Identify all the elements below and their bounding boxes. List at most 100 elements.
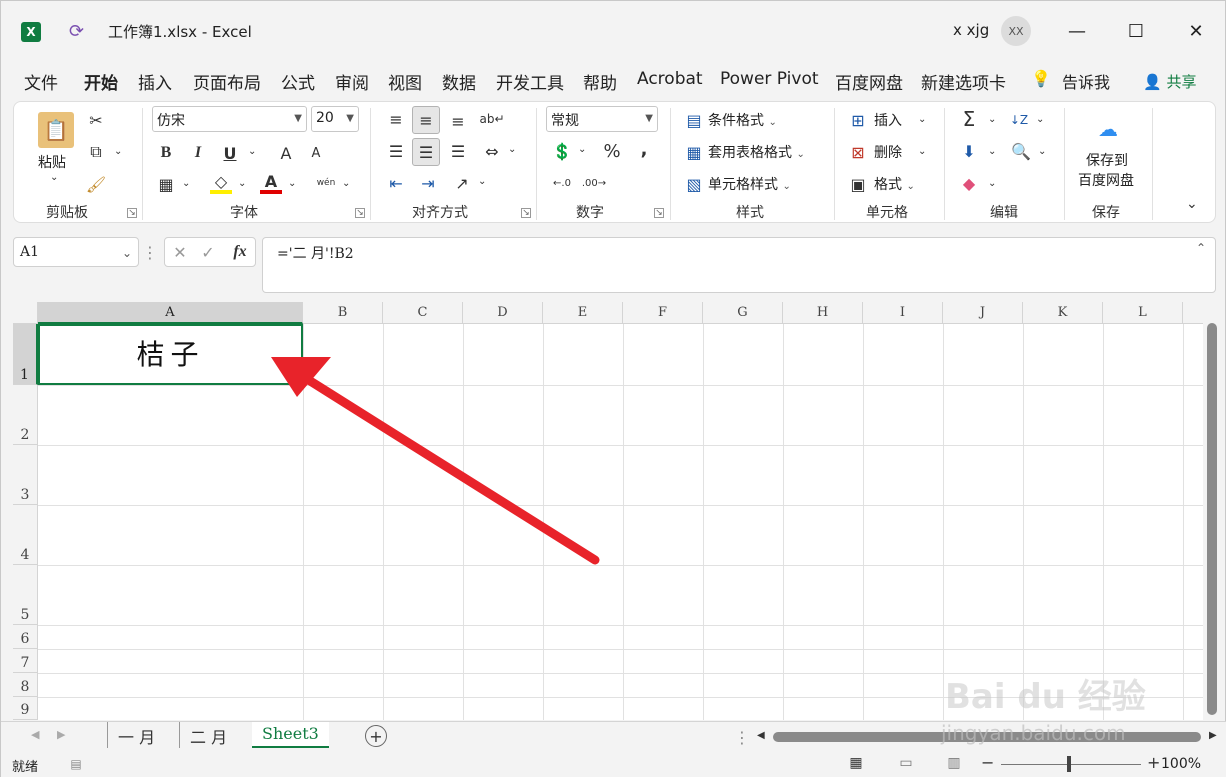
fill-color-dropdown-icon[interactable]: ⌄ <box>238 178 246 189</box>
tab-help[interactable]: 帮助 <box>583 69 617 94</box>
cell-styles-button[interactable]: 单元格样式 ⌄ <box>708 174 791 194</box>
column-header-h[interactable]: H <box>783 302 863 324</box>
sort-filter-icon[interactable]: ↓Z <box>1008 110 1030 130</box>
save-to-label-line1[interactable]: 保存到 <box>1086 150 1128 170</box>
column-header-l[interactable]: L <box>1103 302 1183 324</box>
paste-dropdown-icon[interactable]: ⌄ <box>50 172 58 183</box>
add-sheet-button[interactable]: + <box>365 725 387 747</box>
shrink-font-button[interactable]: A <box>306 142 326 164</box>
share-button[interactable]: 👤 共享 <box>1143 71 1196 92</box>
tell-me-search[interactable]: 告诉我 <box>1062 69 1110 93</box>
font-color-dropdown-icon[interactable]: ⌄ <box>288 178 296 189</box>
tab-baidu-netdisk[interactable]: 百度网盘 <box>835 69 903 94</box>
zoom-in-button[interactable]: + <box>1147 753 1160 772</box>
collapse-formula-bar-icon[interactable]: ⌃ <box>1196 241 1206 255</box>
select-all-corner[interactable] <box>13 302 38 324</box>
tab-data[interactable]: 数据 <box>442 69 476 94</box>
tab-home[interactable]: 开始 <box>84 69 118 94</box>
column-header-a[interactable]: A <box>38 302 303 324</box>
scroll-left-icon[interactable]: ◀ <box>757 730 765 741</box>
collapse-ribbon-icon[interactable]: ⌄ <box>1186 196 1198 212</box>
comma-button[interactable]: , <box>634 138 654 160</box>
copy-dropdown-icon[interactable]: ⌄ <box>114 146 122 157</box>
decrease-decimal-icon[interactable]: .00→ <box>582 172 606 194</box>
autosum-dropdown-icon[interactable]: ⌄ <box>988 114 996 125</box>
row-header-7[interactable]: 7 <box>13 649 38 673</box>
row-header-1[interactable]: 1 <box>13 324 38 385</box>
tab-review[interactable]: 审阅 <box>335 69 369 94</box>
clear-eraser-icon[interactable]: ◆ <box>958 172 980 194</box>
align-center-icon[interactable]: ☰ <box>412 138 440 166</box>
accessibility-icon[interactable]: ▤ <box>67 755 85 773</box>
row-header-5[interactable]: 5 <box>13 565 38 625</box>
merge-dropdown-icon[interactable]: ⌄ <box>508 144 516 155</box>
page-break-view-icon[interactable]: ▥ <box>945 754 963 772</box>
alignment-launcher-icon[interactable]: ↘ <box>521 208 531 218</box>
delete-cells-icon[interactable]: ⊠ <box>848 142 868 162</box>
column-header-i[interactable]: I <box>863 302 943 324</box>
next-sheet-icon[interactable]: ▶ <box>57 728 65 741</box>
column-header-c[interactable]: C <box>383 302 463 324</box>
conditional-format-button[interactable]: 条件格式 ⌄ <box>708 110 777 130</box>
find-dropdown-icon[interactable]: ⌄ <box>1038 146 1046 157</box>
decrease-indent-icon[interactable]: ⇤ <box>384 172 408 194</box>
clear-dropdown-icon[interactable]: ⌄ <box>988 178 996 189</box>
tab-file[interactable]: 文件 <box>24 69 58 94</box>
column-header-f[interactable]: F <box>623 302 703 324</box>
zoom-slider-thumb[interactable] <box>1067 756 1071 772</box>
sort-dropdown-icon[interactable]: ⌄ <box>1036 114 1044 125</box>
cut-icon[interactable]: ✂ <box>86 110 106 130</box>
vertical-scroll-thumb[interactable] <box>1207 323 1217 715</box>
insert-dropdown-icon[interactable]: ⌄ <box>918 114 926 125</box>
worksheet-grid[interactable]: A B C D E F G H I J K L 1 2 3 4 5 6 7 8 … <box>13 302 1203 720</box>
align-middle-icon[interactable]: ≡ <box>412 106 440 134</box>
currency-dropdown-icon[interactable]: ⌄ <box>578 144 586 155</box>
insert-cells-button[interactable]: 插入 <box>874 110 902 130</box>
cell-a1[interactable]: 桔子 <box>38 324 303 385</box>
cell-styles-icon[interactable]: ▧ <box>684 174 704 194</box>
bold-button[interactable]: B <box>156 142 176 164</box>
tab-formulas[interactable]: 公式 <box>281 69 315 94</box>
zoom-level[interactable]: 100% <box>1161 756 1201 772</box>
column-header-g[interactable]: G <box>703 302 783 324</box>
border-icon[interactable]: ▦ <box>156 174 176 194</box>
format-as-table-icon[interactable]: ▦ <box>684 142 704 162</box>
percent-button[interactable]: % <box>600 140 624 162</box>
grow-font-button[interactable]: A <box>276 142 296 164</box>
scroll-right-icon[interactable]: ▶ <box>1209 730 1217 741</box>
normal-view-icon[interactable]: ▦ <box>847 754 865 772</box>
minimize-button[interactable]: — <box>1057 15 1097 47</box>
number-launcher-icon[interactable]: ↘ <box>654 208 664 218</box>
tab-acrobat[interactable]: Acrobat <box>637 69 703 89</box>
avatar[interactable]: XX <box>1001 16 1031 46</box>
align-left-icon[interactable]: ☰ <box>384 140 408 162</box>
autosave-icon[interactable]: ⟳ <box>69 21 91 43</box>
align-bottom-icon[interactable]: ≡ <box>446 110 470 132</box>
page-layout-view-icon[interactable]: ▭ <box>897 754 915 772</box>
insert-cells-icon[interactable]: ⊞ <box>848 110 868 130</box>
paste-icon[interactable]: 📋 <box>38 112 74 148</box>
sheet-tab-sheet3[interactable]: Sheet3 <box>252 722 329 748</box>
align-top-icon[interactable]: ≡ <box>384 108 408 130</box>
enter-check-icon[interactable]: ✓ <box>199 242 217 262</box>
column-header-j[interactable]: J <box>943 302 1023 324</box>
formula-input[interactable]: ='二 月'!B2 <box>262 237 1216 293</box>
italic-button[interactable]: I <box>188 142 208 164</box>
cancel-icon[interactable]: ✕ <box>171 242 189 262</box>
column-header-k[interactable]: K <box>1023 302 1103 324</box>
row-header-8[interactable]: 8 <box>13 673 38 697</box>
format-cells-button[interactable]: 格式 ⌄ <box>874 174 915 194</box>
fill-handle[interactable] <box>299 381 306 388</box>
find-search-icon[interactable]: 🔍 <box>1010 140 1032 162</box>
delete-cells-button[interactable]: 删除 <box>874 142 902 162</box>
orientation-icon[interactable]: ↗ <box>450 172 474 194</box>
clipboard-launcher-icon[interactable]: ↘ <box>127 208 137 218</box>
merge-center-icon[interactable]: ⇔ <box>480 140 504 162</box>
phonetic-button[interactable]: wén <box>314 172 338 194</box>
row-header-2[interactable]: 2 <box>13 385 38 445</box>
sheet-tab-february[interactable]: 二 月 <box>179 722 237 748</box>
name-box[interactable]: A1 ⌄ <box>13 237 139 267</box>
column-header-d[interactable]: D <box>463 302 543 324</box>
format-painter-icon[interactable]: 🖌 <box>86 174 106 194</box>
more-options-icon[interactable]: ⋮ <box>142 241 158 263</box>
